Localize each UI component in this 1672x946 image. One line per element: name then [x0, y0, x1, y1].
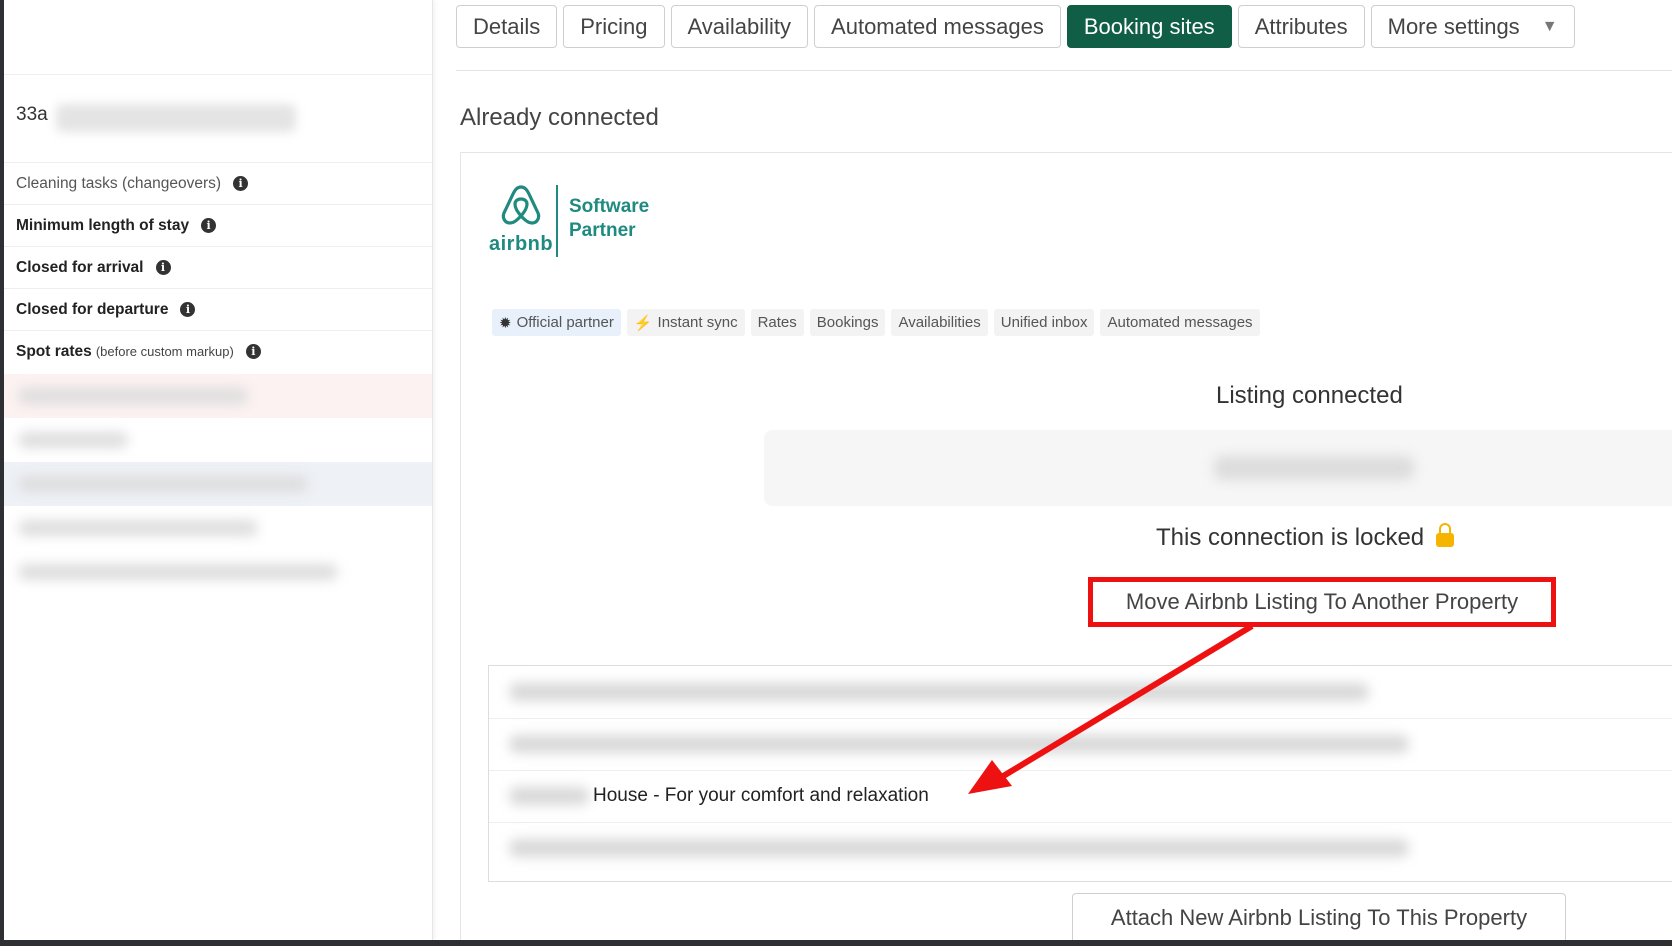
chip-label: Official partner — [516, 314, 614, 331]
connected-listing-card[interactable] — [764, 430, 1672, 506]
chip-label: Instant sync — [657, 314, 738, 331]
tab-pricing[interactable]: Pricing — [563, 5, 665, 48]
info-icon[interactable]: i — [245, 344, 261, 359]
tab-bar: Details Pricing Availability Automated m… — [456, 5, 1575, 48]
listing-name-redacted — [1214, 456, 1414, 480]
chip-label: Bookings — [816, 314, 879, 331]
tab-label: Booking sites — [1083, 13, 1215, 39]
sidebar-row-cleaning-tasks[interactable]: Cleaning tasks (changeovers) i — [4, 162, 432, 204]
chip-instant-sync: ⚡ Instant sync — [626, 309, 745, 336]
chip-availabilities: Availabilities — [891, 309, 988, 336]
move-listing-label: Move Airbnb Listing To Another Property — [1125, 589, 1519, 614]
sidebar-row-closed-departure[interactable]: Closed for departure i — [4, 288, 432, 330]
property-sidebar: 33a Cleaning tasks (changeovers) i Minim… — [4, 0, 433, 940]
tab-more-settings[interactable]: More settings ▼ — [1370, 5, 1575, 48]
tab-booking-sites[interactable]: Booking sites — [1066, 5, 1232, 48]
chip-label: Unified inbox — [1000, 314, 1088, 331]
software-partner-label: Software Partner — [569, 195, 649, 243]
info-icon[interactable]: i — [233, 176, 249, 191]
sidebar-row-redacted — [4, 550, 432, 594]
listing-dropdown-list: House - For your comfort and relaxation — [488, 665, 1672, 882]
chip-bookings: Bookings — [809, 309, 886, 336]
airbnb-software-partner-logo: airbnb Software Partner — [489, 183, 669, 258]
info-icon[interactable]: i — [201, 218, 217, 233]
tab-label: More settings — [1387, 13, 1520, 39]
airbnb-wordmark: airbnb — [489, 233, 554, 255]
list-item[interactable] — [489, 822, 1672, 874]
move-listing-button[interactable]: Move Airbnb Listing To Another Property — [1088, 577, 1556, 627]
tab-divider — [456, 70, 1672, 71]
chip-automated-messages: Automated messages — [1100, 309, 1260, 336]
chip-label: Rates — [757, 314, 797, 331]
locked-message: This connection is locked — [1156, 523, 1455, 552]
bolt-icon: ⚡ — [633, 314, 653, 332]
tab-attributes[interactable]: Attributes — [1237, 5, 1365, 48]
list-item[interactable] — [489, 666, 1672, 719]
sidebar-header — [4, 0, 432, 75]
sidebar-row-label: Closed for arrival — [16, 258, 144, 276]
sidebar-row-label: Spot rates — [16, 342, 92, 360]
airbnb-logo-icon — [501, 185, 541, 225]
app-window: 33a Cleaning tasks (changeovers) i Minim… — [4, 0, 1672, 940]
lock-icon — [1436, 523, 1455, 547]
tab-automated-messages[interactable]: Automated messages — [814, 5, 1061, 48]
listing-option-label: House - For your comfort and relaxation — [593, 785, 929, 806]
list-item[interactable] — [489, 718, 1672, 771]
partner-line-2: Partner — [569, 220, 636, 241]
sidebar-row-closed-arrival[interactable]: Closed for arrival i — [4, 246, 432, 288]
chip-label: Availabilities — [898, 314, 981, 331]
property-name[interactable]: 33a — [16, 104, 48, 126]
chip-rates: Rates — [750, 309, 804, 336]
tab-details[interactable]: Details — [456, 5, 558, 48]
tab-availability[interactable]: Availability — [670, 5, 809, 48]
sidebar-row-redacted — [4, 506, 432, 550]
sidebar-row-note: (before custom markup) — [95, 344, 234, 359]
tab-label: Details — [473, 13, 541, 39]
chip-unified-inbox: Unified inbox — [993, 309, 1095, 336]
attach-listing-label: Attach New Airbnb Listing To This Proper… — [1110, 905, 1528, 930]
sidebar-row-min-stay[interactable]: Minimum length of stay i — [4, 204, 432, 246]
info-icon[interactable]: i — [180, 302, 196, 317]
property-name-redacted — [56, 104, 296, 132]
sidebar-row-label: Minimum length of stay — [16, 216, 190, 234]
chip-label: Automated messages — [1107, 314, 1253, 331]
tab-label: Automated messages — [831, 13, 1044, 39]
attach-listing-button[interactable]: Attach New Airbnb Listing To This Proper… — [1072, 893, 1566, 940]
sidebar-row-spot-rates[interactable]: Spot rates (before custom markup) i — [4, 330, 432, 372]
listing-connected-heading: Listing connected — [1216, 382, 1403, 409]
tab-label: Availability — [687, 13, 792, 39]
sidebar-row-redacted — [4, 462, 432, 506]
info-icon[interactable]: i — [155, 260, 171, 275]
chip-official-partner: ✹ Official partner — [492, 309, 621, 336]
sidebar-row-redacted — [4, 418, 432, 462]
badge-icon: ✹ — [499, 314, 512, 332]
partner-line-1: Software — [569, 196, 650, 217]
logo-divider — [556, 185, 558, 257]
tab-label: Attributes — [1254, 13, 1348, 39]
locked-text: This connection is locked — [1156, 524, 1425, 551]
section-title: Already connected — [460, 104, 659, 131]
sidebar-row-label: Closed for departure — [16, 300, 169, 318]
list-item[interactable]: House - For your comfort and relaxation — [489, 770, 1672, 823]
sidebar-row-redacted — [4, 374, 432, 418]
feature-chips: ✹ Official partner ⚡ Instant sync Rates Bo… — [492, 309, 1260, 336]
tab-label: Pricing — [580, 13, 648, 39]
caret-down-icon: ▼ — [1541, 17, 1558, 35]
sidebar-row-label: Cleaning tasks (changeovers) — [16, 174, 222, 192]
